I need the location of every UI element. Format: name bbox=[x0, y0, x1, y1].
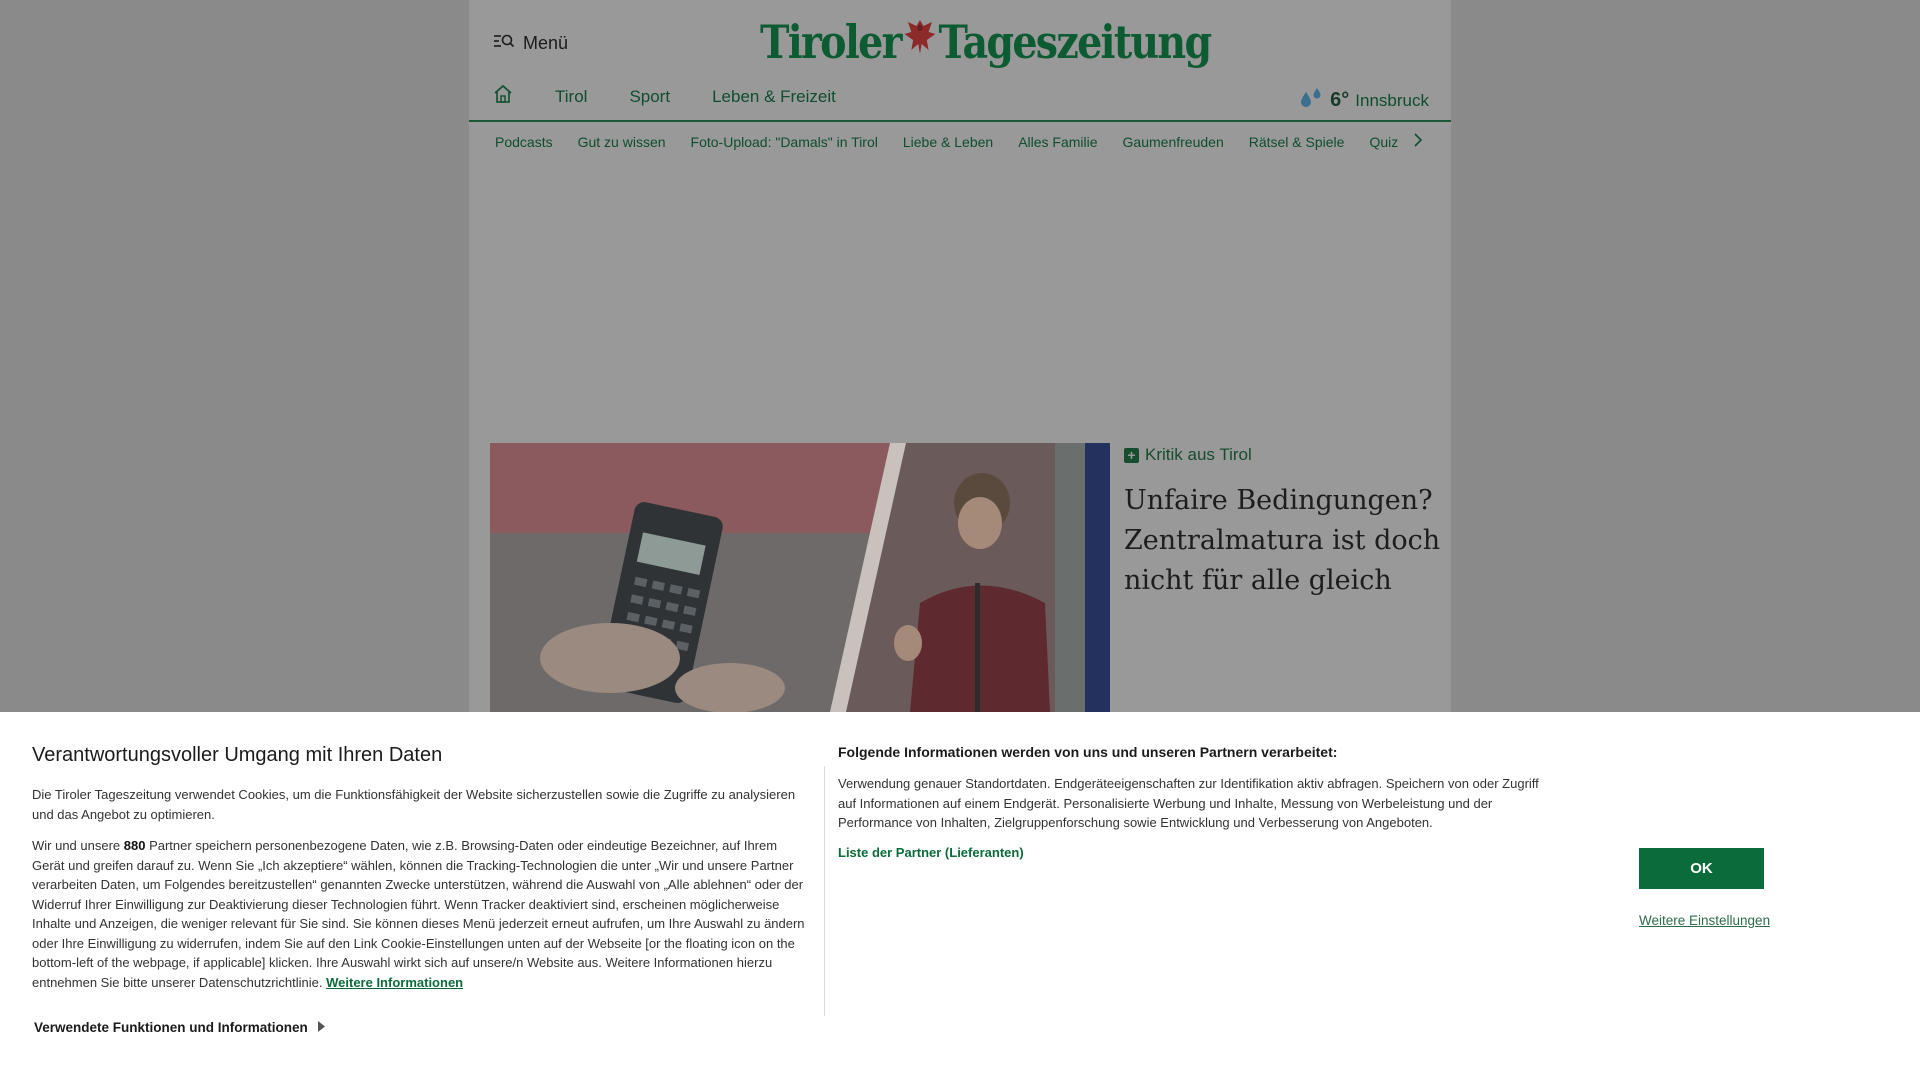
teaser-kicker: + Kritik aus Tirol bbox=[1124, 445, 1444, 465]
nav-item-leben-freizeit[interactable]: Leben & Freizeit bbox=[712, 87, 836, 107]
menu-label: Menü bbox=[523, 33, 569, 53]
caret-right-icon bbox=[317, 1020, 325, 1035]
page-background: Menü Tiroler Tageszeitung Tirol Sport Le bbox=[469, 0, 1451, 712]
rain-drops-icon bbox=[1298, 86, 1324, 115]
primary-nav: Tirol Sport Leben & Freizeit bbox=[493, 84, 836, 109]
ok-button[interactable]: OK bbox=[1639, 848, 1764, 889]
menu-button[interactable]: Menü bbox=[493, 33, 568, 54]
subnav-item-foto-upload[interactable]: Foto-Upload: "Damals" in Tirol bbox=[691, 134, 878, 150]
functions-toggle[interactable]: Verwendete Funktionen und Informationen bbox=[34, 1020, 325, 1035]
kicker-label: Kritik aus Tirol bbox=[1145, 445, 1252, 464]
chevron-right-icon[interactable] bbox=[1413, 133, 1423, 150]
functions-toggle-label: Verwendete Funktionen und Informationen bbox=[34, 1020, 308, 1035]
subnav-item-liebe-leben[interactable]: Liebe & Leben bbox=[903, 134, 993, 150]
more-settings-link[interactable]: Weitere Einstellungen bbox=[1639, 913, 1770, 928]
subnav-item-podcasts[interactable]: Podcasts bbox=[495, 134, 553, 150]
nav-item-sport[interactable]: Sport bbox=[629, 87, 670, 107]
consent-intro: Die Tiroler Tageszeitung verwendet Cooki… bbox=[32, 787, 796, 822]
partners-count: 880 bbox=[123, 838, 146, 853]
tyrolean-eagle-icon bbox=[902, 14, 936, 69]
site-logo[interactable]: Tiroler Tageszeitung bbox=[760, 14, 1213, 69]
subnav-item-quiz[interactable]: Quiz bbox=[1369, 134, 1398, 150]
secondary-nav: Podcasts Gut zu wissen Foto-Upload: "Dam… bbox=[495, 133, 1423, 150]
consent-left-column: Verantwortungsvoller Umgang mit Ihren Da… bbox=[32, 730, 807, 1004]
home-icon[interactable] bbox=[493, 84, 513, 109]
logo-text-right: Tageszeitung bbox=[938, 14, 1213, 69]
logo-text-left: Tiroler bbox=[760, 14, 902, 69]
partners-pre: Wir und unsere bbox=[32, 838, 124, 853]
consent-partners-text: Wir und unsere 880 Partner speichern per… bbox=[32, 836, 807, 992]
nav-item-tirol[interactable]: Tirol bbox=[555, 87, 587, 107]
partners-body: Partner speichern personenbezogene Daten… bbox=[32, 838, 805, 990]
subnav-item-gaumenfreuden[interactable]: Gaumenfreuden bbox=[1123, 134, 1224, 150]
consent-middle-column: Folgende Informationen werden von uns un… bbox=[838, 730, 1543, 860]
teaser-text[interactable]: + Kritik aus Tirol Unfaire Bedingungen? … bbox=[1124, 443, 1444, 601]
teaser-headline[interactable]: Unfaire Bedingungen? Zentralmatura ist d… bbox=[1124, 481, 1444, 601]
processing-text: Verwendung genauer Standortdaten. Endger… bbox=[838, 776, 1539, 830]
consent-banner: Verantwortungsvoller Umgang mit Ihren Da… bbox=[0, 712, 1920, 1080]
plus-badge-icon: + bbox=[1124, 447, 1139, 463]
subnav-item-alles-familie[interactable]: Alles Familie bbox=[1018, 134, 1097, 150]
consent-divider bbox=[824, 766, 825, 1016]
menu-search-icon bbox=[493, 33, 515, 54]
teaser-image[interactable] bbox=[490, 443, 1110, 712]
site-header: Menü Tiroler Tageszeitung Tirol Sport Le bbox=[469, 0, 1451, 150]
consent-title: Verantwortungsvoller Umgang mit Ihren Da… bbox=[32, 744, 443, 766]
weather-widget[interactable]: 6° Innsbruck bbox=[1298, 86, 1429, 115]
processing-heading: Folgende Informationen werden von uns un… bbox=[838, 744, 1338, 760]
weather-location: Innsbruck bbox=[1355, 90, 1429, 110]
more-info-link[interactable]: Weitere Informationen bbox=[326, 975, 463, 990]
partners-list-link[interactable]: Liste der Partner (Lieferanten) bbox=[838, 845, 1543, 860]
subnav-item-gut-zu-wissen[interactable]: Gut zu wissen bbox=[578, 134, 666, 150]
weather-temperature: 6° bbox=[1330, 89, 1350, 111]
subnav-item-raetsel-spiele[interactable]: Rätsel & Spiele bbox=[1249, 134, 1345, 150]
